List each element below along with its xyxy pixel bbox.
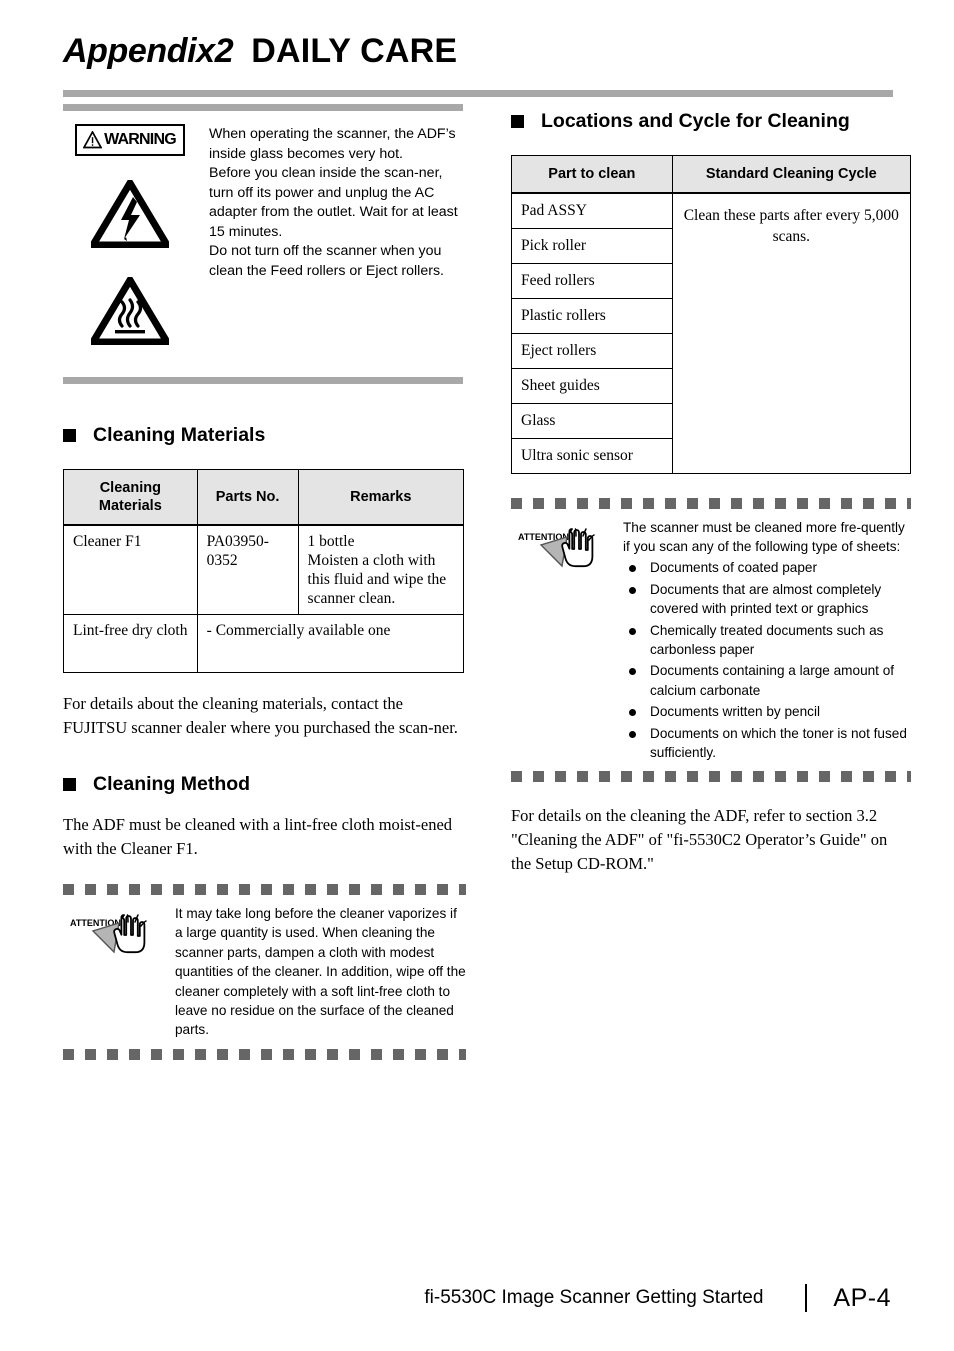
column-header-remarks: Remarks <box>297 469 465 526</box>
bullet-square-icon <box>63 778 76 791</box>
table-row: Lint-free dry cloth - Commercially avail… <box>63 614 465 673</box>
attention-hand-icon: ATTENTION <box>70 914 147 954</box>
list-item: Documents containing a large amount of c… <box>623 661 911 700</box>
bullet-dot-icon <box>629 586 636 594</box>
table-header-row: Part to clean Standard Cleaning Cycle <box>511 155 912 194</box>
cell-part-name: Glass <box>511 402 673 439</box>
cell-part-name: Pad ASSY <box>511 192 673 229</box>
warning-paragraph-1: When operating the scanner, the ADF’s in… <box>209 126 456 162</box>
attention-bottom-dash-rule <box>63 1048 466 1060</box>
hot-surface-icon <box>86 273 173 350</box>
cell-part-name: Ultra sonic sensor <box>511 437 673 474</box>
bullet-dot-icon <box>629 730 636 738</box>
warning-block: WARNING When operating the scanner, the … <box>63 104 466 384</box>
bullet-dot-icon <box>629 627 636 635</box>
bullet-dot-icon <box>629 709 636 717</box>
cell-part-name: Feed rollers <box>511 262 673 299</box>
footer-document-title: fi-5530C Image Scanner Getting Started <box>424 1287 764 1308</box>
warning-paragraph-3: Do not turn off the scanner when you cle… <box>209 243 444 279</box>
warning-triangle-icon <box>83 131 103 149</box>
warning-paragraph-2: Before you clean inside the scan-ner, tu… <box>209 165 458 240</box>
bullet-dot-icon <box>629 668 636 676</box>
cleaning-materials-table: Cleaning Materials Parts No. Remarks Cle… <box>63 469 465 673</box>
attention-icon-wrap: ATTENTION <box>63 904 175 1040</box>
warning-top-rule <box>63 104 463 111</box>
warning-icon-column: WARNING <box>63 124 196 361</box>
cleaning-materials-heading: Cleaning Materials <box>63 424 466 447</box>
bullet-square-icon <box>511 115 524 128</box>
attention-bullet-list: Documents of coated paper Documents that… <box>623 558 911 762</box>
attention-top-dash-rule <box>63 884 466 895</box>
list-item: Documents on which the toner is not fuse… <box>623 724 911 763</box>
cell-remarks-full: - Commercially available one <box>196 614 465 673</box>
locations-cycle-table: Part to clean Standard Cleaning Cycle Pa… <box>511 155 912 474</box>
attention-text: It may take long before the cleaner vapo… <box>175 904 466 1040</box>
right-column: Locations and Cycle for Cleaning Part to… <box>511 104 912 876</box>
list-item: Documents that are almost completely cov… <box>623 580 911 619</box>
title-text: DAILY CARE <box>251 32 458 70</box>
attention-box-cleaning-method: ATTENTION It may take long before the cl… <box>63 884 466 1060</box>
warning-label-box: WARNING <box>74 124 185 156</box>
warning-label-text: WARNING <box>104 131 177 148</box>
attention-hand-icon: ATTENTION <box>518 527 595 567</box>
cell-parts-no: PA03950-0352 <box>196 524 299 615</box>
cell-material-name: Cleaner F1 <box>63 524 198 615</box>
appendix-label: Appendix2 <box>63 32 234 70</box>
attention-box-locations: ATTENTION The scanner must be cleaned mo… <box>511 497 911 783</box>
footer-page-number: AP-4 <box>833 1283 891 1312</box>
cleaning-method-heading: Cleaning Method <box>63 773 466 796</box>
cell-part-name: Eject rollers <box>511 332 673 369</box>
attention-top-dash-rule <box>511 497 911 509</box>
table-row: Cleaner F1 PA03950-0352 1 bottle Moisten… <box>63 524 465 615</box>
list-item: Chemically treated documents such as car… <box>623 621 911 660</box>
attention-text: The scanner must be cleaned more fre-que… <box>623 518 911 763</box>
adf-cleaning-reference: For details on the cleaning the ADF, ref… <box>511 806 888 874</box>
cleaning-method-intro: The ADF must be cleaned with a lint-free… <box>63 815 453 858</box>
list-item: Documents written by pencil <box>623 702 911 721</box>
cleaning-materials-heading-text: Cleaning Materials <box>93 424 266 446</box>
column-header-cycle: Standard Cleaning Cycle <box>671 155 912 194</box>
column-header-parts-no: Parts No. <box>196 469 299 526</box>
page: Appendix2 DAILY CARE WARNING When operat… <box>0 0 954 1351</box>
list-item: Documents of coated paper <box>623 558 911 577</box>
electric-shock-icon <box>86 176 173 253</box>
warning-bottom-rule <box>63 377 463 384</box>
column-header-materials: Cleaning Materials <box>63 469 198 526</box>
attention-body-text: It may take long before the cleaner vapo… <box>175 906 466 1038</box>
page-title: Appendix2 DAILY CARE <box>63 32 893 82</box>
locations-cycle-heading-text: Locations and Cycle for Cleaning <box>541 110 850 132</box>
warning-text: When operating the scanner, the ADF’s in… <box>196 124 466 361</box>
attention-bottom-dash-rule <box>511 771 911 783</box>
cell-cleaning-cycle: Clean these parts after every 5,000 scan… <box>671 192 912 474</box>
attention-intro-text: The scanner must be cleaned more fre-que… <box>623 519 905 554</box>
cell-material-name: Lint-free dry cloth <box>63 614 198 673</box>
footer-separator <box>805 1284 808 1312</box>
table-header-row: Cleaning Materials Parts No. Remarks <box>63 469 465 526</box>
cell-part-name: Pick roller <box>511 227 673 264</box>
page-footer: fi-5530C Image Scanner Getting Started A… <box>0 1278 954 1318</box>
left-column: WARNING When operating the scanner, the … <box>63 104 466 1060</box>
cleaning-materials-note: For details about the cleaning materials… <box>63 694 458 737</box>
bullet-dot-icon <box>629 565 636 573</box>
cell-remarks: 1 bottle Moisten a cloth with this fluid… <box>297 524 465 615</box>
cleaning-method-heading-text: Cleaning Method <box>93 773 251 795</box>
locations-cycle-heading: Locations and Cycle for Cleaning <box>511 110 911 133</box>
attention-icon-wrap: ATTENTION <box>511 518 623 763</box>
bullet-square-icon <box>63 429 76 442</box>
cell-part-name: Sheet guides <box>511 367 673 404</box>
column-header-part: Part to clean <box>511 155 673 194</box>
table-row: Pad ASSY Clean these parts after every 5… <box>511 192 912 474</box>
title-divider <box>63 90 893 97</box>
cell-part-name: Plastic rollers <box>511 297 673 334</box>
